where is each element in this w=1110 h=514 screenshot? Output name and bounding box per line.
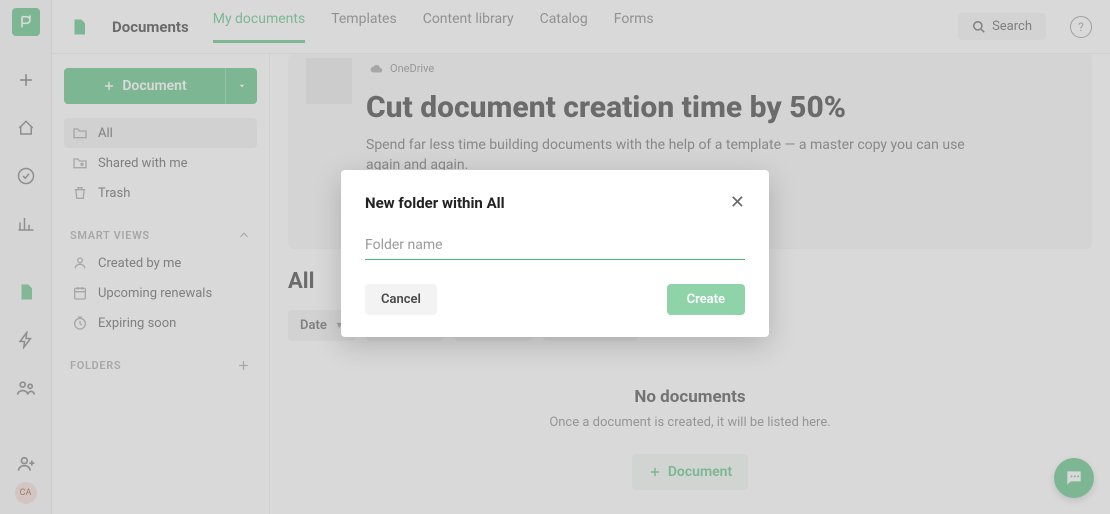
new-folder-modal: New folder within All ✕ Cancel Create xyxy=(341,170,769,337)
create-button[interactable]: Create xyxy=(667,284,745,315)
close-icon[interactable]: ✕ xyxy=(730,192,745,213)
folder-name-input[interactable] xyxy=(365,229,745,260)
modal-overlay[interactable]: New folder within All ✕ Cancel Create xyxy=(0,0,1110,514)
modal-title: New folder within All xyxy=(365,194,505,212)
cancel-button[interactable]: Cancel xyxy=(365,284,437,315)
